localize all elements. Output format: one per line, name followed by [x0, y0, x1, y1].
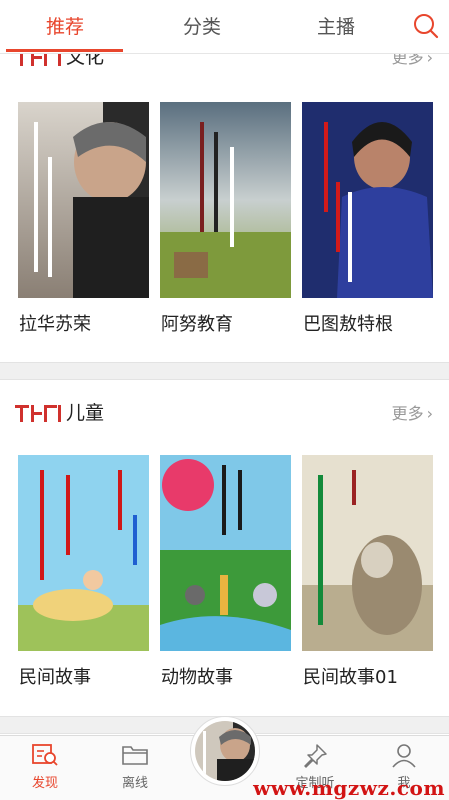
bottom-navigation: 发现 离线 定制听 我 www.mgzwz.com — [0, 716, 449, 800]
section-divider — [0, 362, 449, 380]
now-playing-button[interactable] — [190, 716, 260, 786]
more-link[interactable]: 更多 › — [392, 400, 433, 424]
album-cover[interactable] — [18, 455, 149, 651]
pin-icon — [304, 744, 327, 768]
tab-recommend[interactable]: 推荐 — [10, 0, 120, 54]
mongolian-logo-icon — [20, 54, 61, 66]
album-title[interactable]: 巴图敖特根 — [303, 310, 393, 336]
discover-icon — [32, 744, 58, 766]
more-label: 更多 — [391, 404, 424, 423]
nav-discover[interactable]: 发现 — [15, 742, 75, 791]
folder-icon — [122, 746, 148, 765]
section-header-culture: 文化 更多 › — [0, 54, 449, 80]
nav-label: 离线 — [121, 776, 148, 791]
user-icon — [392, 744, 416, 768]
album-title[interactable]: 拉华苏荣 — [19, 310, 91, 336]
album-title[interactable]: 阿努教育 — [161, 310, 233, 336]
section-title: 儿童 — [66, 402, 105, 424]
top-tab-bar: 推荐 分类 主播 — [0, 0, 449, 54]
album-cover[interactable] — [18, 102, 149, 298]
album-cover[interactable] — [302, 102, 433, 298]
section-title: 文化 — [66, 54, 105, 68]
chevron-right-icon: › — [426, 404, 433, 423]
album-cover[interactable] — [302, 455, 433, 651]
now-playing-cover — [195, 721, 255, 781]
nav-label: 发现 — [31, 776, 58, 791]
album-title[interactable]: 动物故事 — [161, 663, 233, 689]
more-label: 更多 — [391, 54, 424, 67]
search-icon — [414, 14, 439, 39]
tab-hosts[interactable]: 主播 — [281, 0, 391, 54]
chevron-right-icon: › — [426, 54, 433, 67]
nav-offline[interactable]: 离线 — [105, 742, 165, 791]
album-cover[interactable] — [160, 455, 291, 651]
section-header-children: 儿童 更多 › — [0, 396, 449, 436]
watermark-text: www.mgzwz.com — [253, 776, 445, 800]
more-link[interactable]: 更多 › — [392, 54, 433, 68]
feed-content[interactable]: 文化 更多 › 拉华苏荣 阿努教育 巴图敖特根 儿童 更多 › 民间故事 动物故… — [0, 54, 449, 735]
album-title[interactable]: 民间故事 — [19, 663, 91, 689]
album-title[interactable]: 民间故事01 — [303, 663, 398, 689]
mongolian-logo-icon — [15, 405, 61, 422]
search-button[interactable] — [411, 11, 441, 41]
active-tab-indicator — [6, 49, 123, 52]
album-cover[interactable] — [160, 102, 291, 298]
tab-categories[interactable]: 分类 — [147, 0, 257, 54]
